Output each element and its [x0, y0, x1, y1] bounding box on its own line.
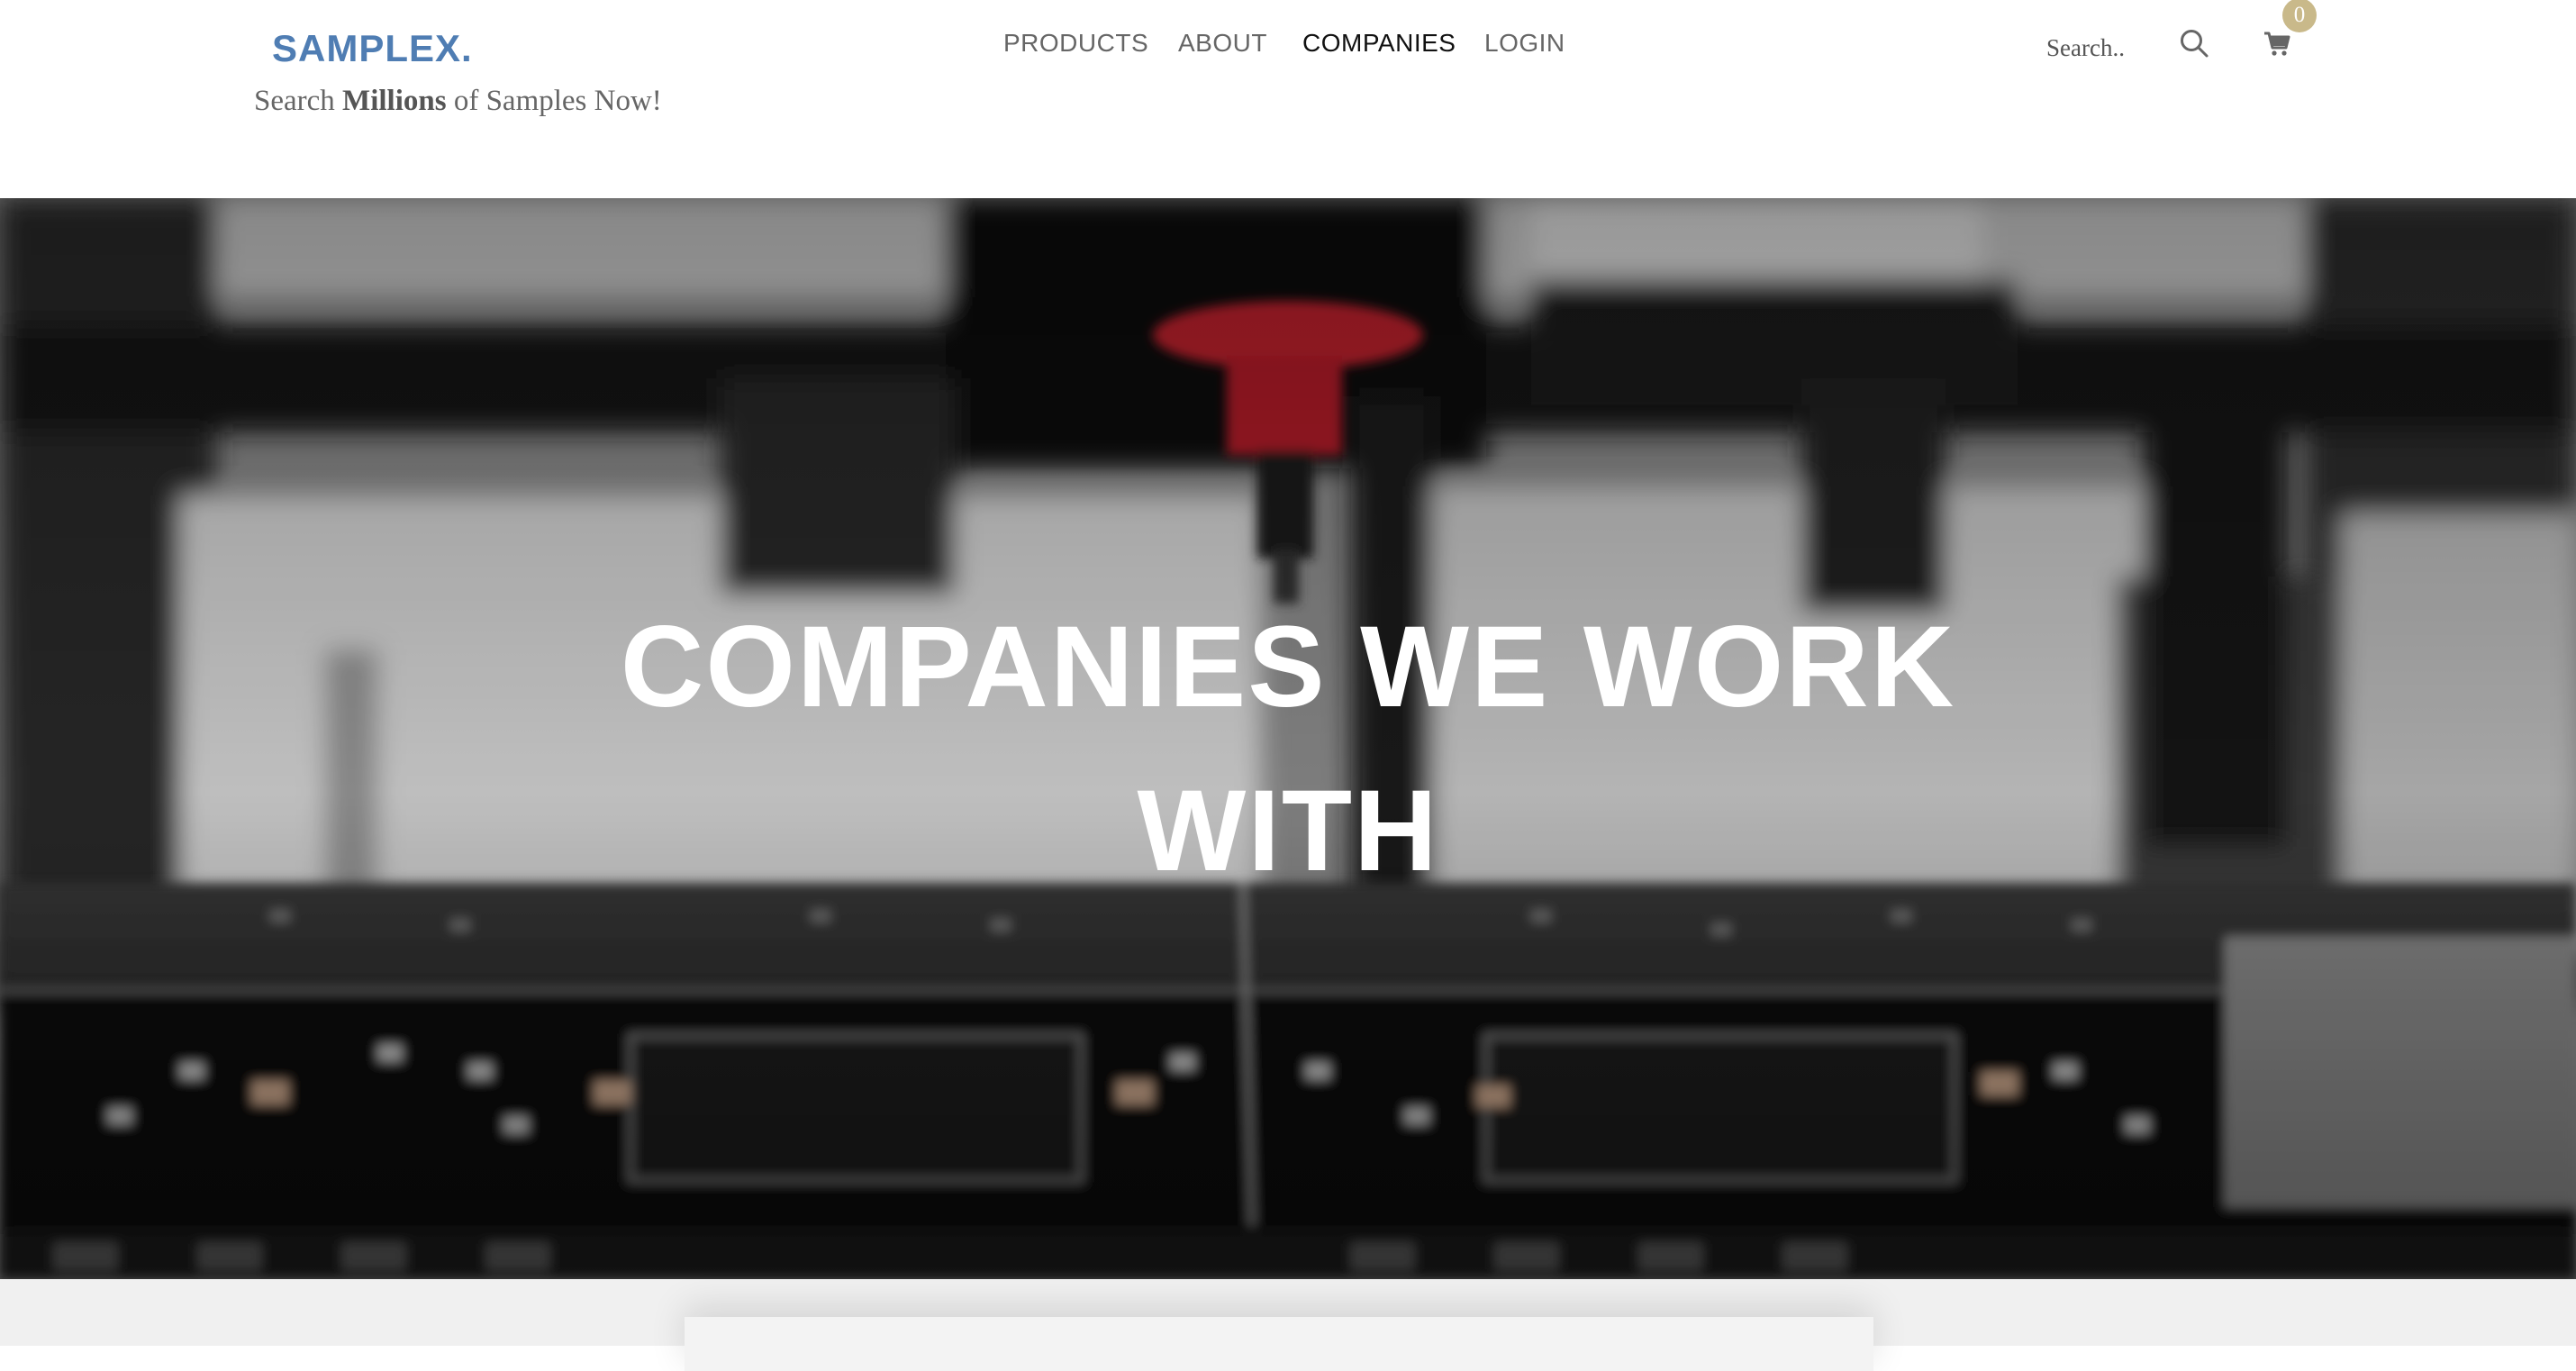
search-button[interactable]: [2178, 27, 2210, 59]
cart-button[interactable]: [2263, 29, 2291, 58]
hero-banner: COMPANIES WE WORK WITH: [0, 198, 2576, 1279]
site-tagline: Search Millions of Samples Now!: [254, 85, 662, 118]
cart-count-badge: 0: [2282, 0, 2317, 32]
nav-item-companies[interactable]: COMPANIES: [1302, 29, 1456, 58]
site-logo[interactable]: SAMPLEX.: [272, 27, 473, 70]
content-card: [685, 1317, 1873, 1371]
cart-icon: [2264, 32, 2290, 56]
search-icon: [2181, 30, 2209, 58]
tagline-prefix: Search: [254, 85, 343, 117]
nav-item-about[interactable]: ABOUT: [1178, 29, 1267, 58]
site-header: SAMPLEX. Search Millions of Samples Now!…: [0, 0, 2576, 198]
nav-item-products[interactable]: PRODUCTS: [1003, 29, 1148, 58]
tagline-bold: Millions: [342, 85, 447, 117]
hero-title: COMPANIES WE WORK WITH: [620, 603, 1956, 895]
content-band: [0, 1279, 2576, 1371]
tagline-suffix: of Samples Now!: [446, 85, 662, 117]
search-input[interactable]: [2045, 27, 2174, 68]
nav-item-login[interactable]: LOGIN: [1484, 29, 1565, 58]
